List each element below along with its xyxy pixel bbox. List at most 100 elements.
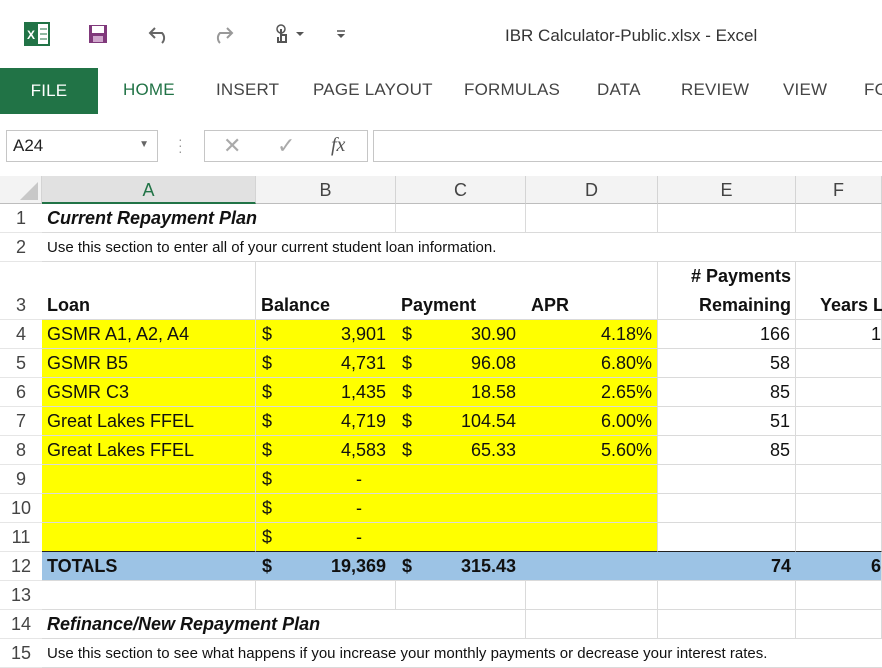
tab-page-layout[interactable]: PAGE LAYOUT: [313, 80, 433, 100]
cell-a2[interactable]: Use this section to enter all of your cu…: [42, 233, 796, 262]
cell-years[interactable]: [796, 436, 882, 465]
tab-insert[interactable]: INSERT: [216, 80, 279, 100]
cell-e1[interactable]: [658, 204, 796, 233]
cell-b3[interactable]: Balance: [256, 262, 396, 320]
row-header[interactable]: 15: [0, 639, 42, 668]
cell-a13[interactable]: [42, 581, 256, 610]
cell-apr[interactable]: 6.00%: [526, 407, 658, 436]
column-header-d[interactable]: D: [526, 176, 658, 204]
cell-total-years[interactable]: 6: [796, 552, 882, 581]
cell-loan-name[interactable]: Great Lakes FFEL: [42, 407, 256, 436]
cell-a14[interactable]: Refinance/New Repayment Plan: [42, 610, 396, 639]
cell-years[interactable]: [796, 465, 882, 494]
row-header[interactable]: 3: [0, 262, 42, 320]
tab-review[interactable]: REVIEW: [681, 80, 749, 100]
cell-payment[interactable]: $ 96.08: [396, 349, 526, 378]
cell-loan-name[interactable]: [42, 465, 256, 494]
cell-payment[interactable]: $ 104.54: [396, 407, 526, 436]
cell-years[interactable]: [796, 349, 882, 378]
cell-e13[interactable]: [658, 581, 796, 610]
tab-home[interactable]: HOME: [123, 80, 175, 100]
cell-d14[interactable]: [526, 610, 658, 639]
tab-data[interactable]: DATA: [597, 80, 641, 100]
save-icon[interactable]: [88, 20, 108, 48]
column-header-c[interactable]: C: [396, 176, 526, 204]
cell-balance[interactable]: $ -: [256, 523, 396, 552]
row-header[interactable]: 5: [0, 349, 42, 378]
cell-balance[interactable]: $ 4,731: [256, 349, 396, 378]
row-header[interactable]: 4: [0, 320, 42, 349]
name-box[interactable]: A24 ▼: [6, 130, 158, 162]
cell-years[interactable]: [796, 407, 882, 436]
cell-remaining[interactable]: 85: [658, 436, 796, 465]
row-header[interactable]: 6: [0, 378, 42, 407]
cell-total-apr[interactable]: [526, 552, 658, 581]
cell-b1[interactable]: [256, 204, 396, 233]
row-header[interactable]: 11: [0, 523, 42, 552]
cell-e14[interactable]: [658, 610, 796, 639]
cell-apr[interactable]: 6.80%: [526, 349, 658, 378]
row-header[interactable]: 13: [0, 581, 42, 610]
row-header[interactable]: 12: [0, 552, 42, 581]
cell-payment[interactable]: $ 65.33: [396, 436, 526, 465]
cell-d13[interactable]: [526, 581, 658, 610]
cell-total-payment[interactable]: $ 315.43: [396, 552, 526, 581]
column-header-b[interactable]: B: [256, 176, 396, 204]
row-header[interactable]: 1: [0, 204, 42, 233]
formula-input[interactable]: [373, 130, 882, 162]
cell-remaining[interactable]: [658, 465, 796, 494]
tab-formulas[interactable]: FORMULAS: [464, 80, 560, 100]
column-header-e[interactable]: E: [658, 176, 796, 204]
row-header[interactable]: 9: [0, 465, 42, 494]
cell-payment[interactable]: [396, 523, 526, 552]
cell-c13[interactable]: [396, 581, 526, 610]
redo-icon[interactable]: [210, 20, 234, 48]
cell-balance[interactable]: $ 4,719: [256, 407, 396, 436]
row-header[interactable]: 10: [0, 494, 42, 523]
cell-a3[interactable]: Loan: [42, 262, 256, 320]
select-all-corner[interactable]: [0, 176, 42, 204]
cancel-icon[interactable]: ✕: [223, 133, 241, 159]
cell-apr[interactable]: 4.18%: [526, 320, 658, 349]
row-header[interactable]: 14: [0, 610, 42, 639]
function-icon[interactable]: fx: [331, 134, 345, 157]
more-options-icon[interactable]: · · ·: [178, 132, 183, 158]
cell-loan-name[interactable]: GSMR A1, A2, A4: [42, 320, 256, 349]
cell-remaining[interactable]: 51: [658, 407, 796, 436]
cell-apr[interactable]: [526, 494, 658, 523]
cell-loan-name[interactable]: [42, 523, 256, 552]
cell-loan-name[interactable]: Great Lakes FFEL: [42, 436, 256, 465]
cell-loan-name[interactable]: [42, 494, 256, 523]
customize-toolbar-icon[interactable]: [335, 20, 347, 48]
cell-apr[interactable]: [526, 523, 658, 552]
cell-remaining[interactable]: [658, 523, 796, 552]
touch-mode-icon[interactable]: [272, 20, 304, 48]
cell-balance[interactable]: $ -: [256, 465, 396, 494]
cell-apr[interactable]: 2.65%: [526, 378, 658, 407]
cell-c1[interactable]: [396, 204, 526, 233]
cell-f14[interactable]: [796, 610, 882, 639]
cell-balance[interactable]: $ 4,583: [256, 436, 396, 465]
cell-a1[interactable]: Current Repayment Plan: [42, 204, 257, 233]
undo-icon[interactable]: [148, 20, 172, 48]
tab-formulas-truncated[interactable]: FO: [864, 80, 882, 100]
tab-file[interactable]: FILE: [0, 68, 98, 114]
cell-c14[interactable]: [396, 610, 526, 639]
cell-f13[interactable]: [796, 581, 882, 610]
row-header[interactable]: 7: [0, 407, 42, 436]
row-header[interactable]: 2: [0, 233, 42, 262]
cell-remaining[interactable]: 85: [658, 378, 796, 407]
cell-total-balance[interactable]: $ 19,369: [256, 552, 396, 581]
cell-total-remaining[interactable]: 74: [658, 552, 796, 581]
cell-payment[interactable]: $ 18.58: [396, 378, 526, 407]
cell-payment[interactable]: [396, 465, 526, 494]
enter-icon[interactable]: ✓: [277, 133, 295, 159]
cell-loan-name[interactable]: GSMR C3: [42, 378, 256, 407]
cell-f3[interactable]: Years L: [796, 262, 882, 320]
cell-b13[interactable]: [256, 581, 396, 610]
cell-balance[interactable]: $ 3,901: [256, 320, 396, 349]
cell-remaining[interactable]: [658, 494, 796, 523]
cell-payment[interactable]: [396, 494, 526, 523]
tab-view[interactable]: VIEW: [783, 80, 827, 100]
cell-years[interactable]: [796, 494, 882, 523]
